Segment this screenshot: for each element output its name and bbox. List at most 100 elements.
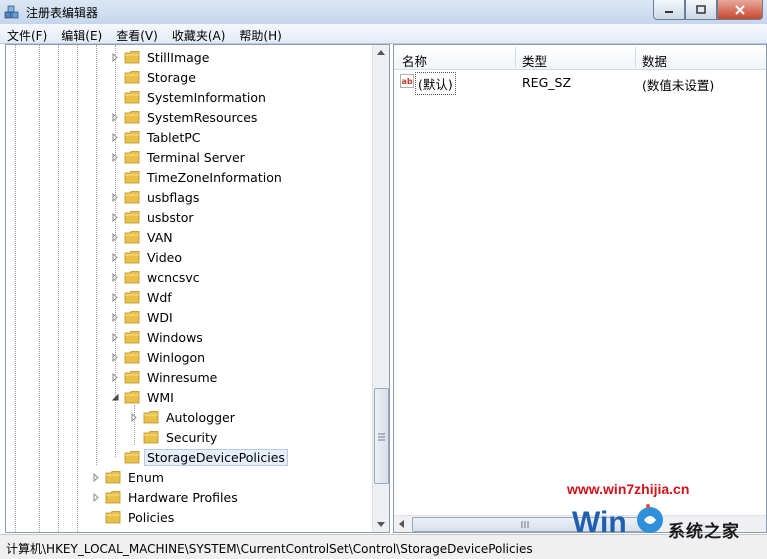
folder-icon — [124, 390, 140, 404]
tree-guide-line — [77, 45, 78, 532]
tree-item[interactable]: Autologger — [130, 407, 238, 427]
tree-item-label: Winresume — [147, 369, 218, 385]
tree-item-label: WMI — [147, 389, 174, 405]
expand-arrow-icon[interactable] — [92, 472, 101, 482]
svg-text:Win: Win — [572, 506, 627, 539]
tree-item-label: WDI — [147, 309, 173, 325]
menu-favorites[interactable]: 收藏夹(A) — [165, 24, 233, 43]
tree-item[interactable]: Windows — [111, 327, 206, 347]
tree-item[interactable]: Enum — [92, 467, 167, 487]
menu-view[interactable]: 查看(V) — [109, 24, 165, 43]
tree-item[interactable]: TimeZoneInformation — [111, 167, 285, 187]
expand-arrow-icon[interactable] — [111, 272, 120, 282]
folder-icon — [143, 430, 159, 444]
tree-item-label: Security — [166, 429, 218, 445]
status-path: 计算机\HKEY_LOCAL_MACHINE\SYSTEM\CurrentCon… — [6, 542, 533, 556]
column-type[interactable]: 类型 — [522, 51, 547, 70]
scroll-down-icon[interactable] — [377, 522, 385, 527]
expand-arrow-icon[interactable] — [111, 312, 120, 322]
folder-icon — [124, 250, 140, 264]
column-name[interactable]: 名称 — [402, 51, 427, 70]
tree-item[interactable]: Winresume — [111, 367, 220, 387]
tree-item[interactable]: VAN — [111, 227, 176, 247]
tree-item[interactable]: TabletPC — [111, 127, 204, 147]
expand-arrow-icon[interactable] — [111, 152, 120, 162]
column-data[interactable]: 数据 — [642, 51, 667, 70]
tree-item[interactable]: Terminal Server — [111, 147, 248, 167]
tree-item[interactable]: usbstor — [111, 207, 197, 227]
expand-arrow-icon[interactable] — [111, 132, 120, 142]
tree-item-label: TimeZoneInformation — [147, 169, 282, 185]
window-title: 注册表编辑器 — [26, 6, 99, 20]
tree-item[interactable]: Winlogon — [111, 347, 208, 367]
title-bar: 注册表编辑器 — [0, 0, 767, 24]
tree-item[interactable]: StillImage — [111, 47, 212, 67]
menu-help[interactable]: 帮助(H) — [232, 24, 288, 43]
collapse-arrow-icon[interactable] — [111, 393, 120, 402]
tree-item[interactable]: SystemResources — [111, 107, 260, 127]
window-controls — [653, 0, 763, 20]
registry-tree[interactable]: StillImage Storage SystemInformation System… — [5, 44, 390, 533]
folder-icon — [143, 410, 159, 424]
tree-item-label: wcncsvc — [147, 269, 200, 285]
watermark-brand: 系统之家 — [668, 522, 740, 542]
tree-item[interactable]: WDI — [111, 307, 176, 327]
expand-arrow-icon[interactable] — [111, 292, 120, 302]
expand-arrow-icon[interactable] — [111, 112, 120, 122]
expand-arrow-icon[interactable] — [111, 252, 120, 262]
tree-guide-line — [39, 45, 40, 532]
tree-item[interactable]: Security — [130, 427, 220, 447]
expand-arrow-icon[interactable] — [130, 412, 139, 422]
tree-item-label: VAN — [147, 229, 173, 245]
menu-file[interactable]: 文件(F) — [0, 24, 54, 43]
tree-item[interactable]: StorageDevicePolicies — [111, 447, 288, 467]
expand-arrow-icon[interactable] — [111, 332, 120, 342]
menu-edit[interactable]: 编辑(E) — [54, 24, 109, 43]
tree-item-label: SystemInformation — [147, 89, 266, 105]
tree-item[interactable]: SystemInformation — [111, 87, 269, 107]
tree-item[interactable]: usbflags — [111, 187, 202, 207]
expand-arrow-icon[interactable] — [111, 372, 120, 382]
expand-arrow-icon[interactable] — [111, 52, 120, 62]
tree-item-label: Storage — [147, 69, 196, 85]
tree-item[interactable]: Hardware Profiles — [92, 487, 241, 507]
tree-item[interactable]: WMI — [111, 387, 177, 407]
folder-icon — [124, 50, 140, 64]
expand-arrow-icon[interactable] — [111, 212, 120, 222]
tree-item[interactable]: Storage — [111, 67, 199, 87]
maximize-button[interactable] — [685, 0, 717, 20]
tree-item[interactable]: Wdf — [111, 287, 175, 307]
folder-icon — [124, 190, 140, 204]
expand-arrow-icon[interactable] — [111, 352, 120, 362]
tree-item-label: Enum — [128, 469, 164, 485]
expand-arrow-icon[interactable] — [111, 192, 120, 202]
folder-icon — [124, 70, 140, 84]
column-divider[interactable] — [515, 47, 516, 67]
folder-icon — [105, 510, 121, 524]
tree-item-label: Windows — [147, 329, 203, 345]
tree-scrollbar[interactable] — [372, 45, 389, 532]
folder-icon — [105, 470, 121, 484]
scroll-up-icon[interactable] — [377, 50, 385, 55]
menu-bar: 文件(F) 编辑(E) 查看(V) 收藏夹(A) 帮助(H) — [0, 24, 767, 44]
tree-item-label: StillImage — [147, 49, 210, 65]
tree-item[interactable]: wcncsvc — [111, 267, 203, 287]
list-item[interactable]: ab (默认) REG_SZ (数值未设置) — [394, 72, 766, 95]
values-list[interactable]: 名称 类型 数据 ab (默认) REG_SZ (数值未设置) — [393, 44, 767, 533]
expand-arrow-icon[interactable] — [111, 232, 120, 242]
tree-item[interactable]: Policies — [92, 507, 177, 527]
folder-icon — [124, 130, 140, 144]
expand-arrow-icon[interactable] — [92, 492, 101, 502]
maximize-icon — [696, 4, 706, 14]
close-button[interactable] — [717, 0, 763, 20]
tree-item-label: usbstor — [147, 209, 194, 225]
scroll-left-icon[interactable] — [399, 520, 404, 528]
watermark-url: www.win7zhijia.cn — [567, 481, 690, 497]
tree-item[interactable]: Video — [111, 247, 185, 267]
folder-icon — [124, 350, 140, 364]
minimize-button[interactable] — [653, 0, 685, 20]
column-divider[interactable] — [635, 47, 636, 67]
tree-scroll-thumb[interactable] — [374, 388, 389, 484]
